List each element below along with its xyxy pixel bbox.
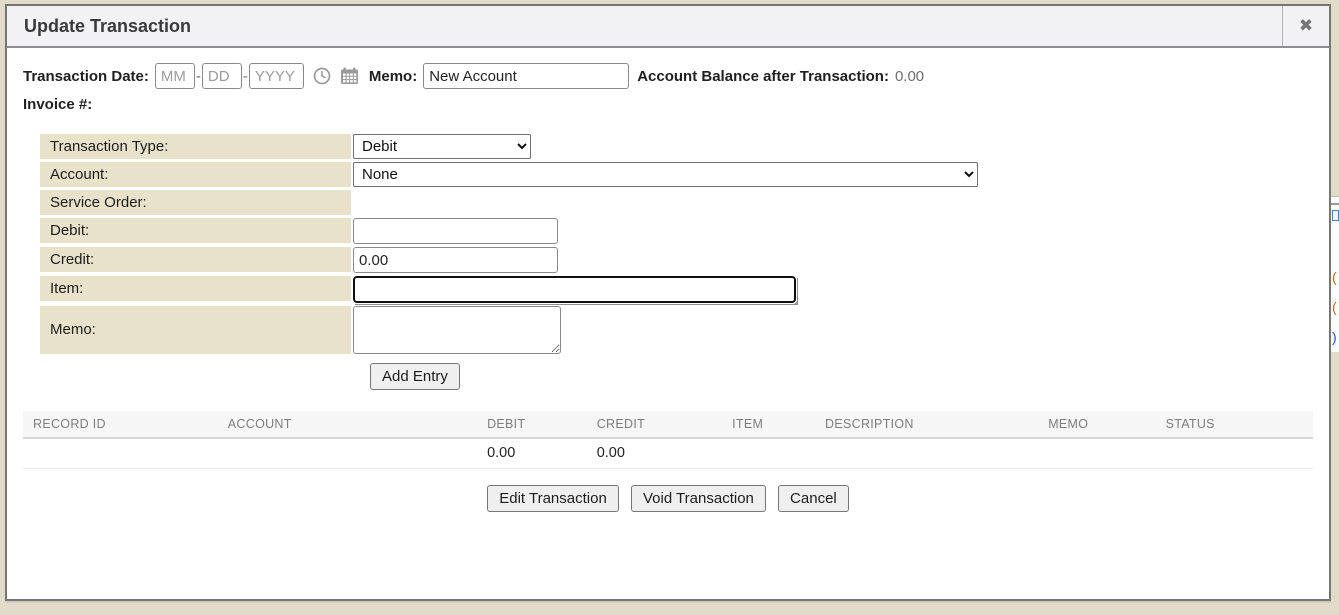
transaction-type-select[interactable]: Debit [353,134,531,159]
clock-icon[interactable] [313,67,331,85]
date-separator: - [243,68,248,85]
credit-input[interactable] [353,247,558,273]
memo-header-label: Memo: [369,68,417,85]
account-balance-label: Account Balance after Transaction: [637,68,889,85]
table-row: 0.00 0.00 [23,438,1313,469]
credit-label: Credit: [40,247,351,272]
item-input[interactable] [353,276,796,303]
col-header-account: ACCOUNT [218,411,477,438]
void-transaction-button[interactable]: Void Transaction [631,485,766,512]
dialog-title: Update Transaction [7,6,1282,46]
col-header-credit: CREDIT [587,411,722,438]
close-icon: ✖ [1299,16,1313,36]
cell-debit: 0.00 [477,438,587,469]
cell-memo [1038,438,1155,469]
records-table-header-row: RECORD ID ACCOUNT DEBIT CREDIT ITEM DESC… [23,411,1313,438]
memo-label: Memo: [40,306,351,354]
partial-text-fragment: ( [1332,299,1337,315]
item-row: Item: [40,276,1313,303]
transaction-date-row: Transaction Date: - - [23,63,1313,89]
cancel-button[interactable]: Cancel [778,485,849,512]
transaction-type-label: Transaction Type: [40,134,351,159]
dialog-content: Transaction Date: - - [7,48,1329,512]
partial-text-fragment: ) [1332,329,1337,345]
col-header-description: DESCRIPTION [815,411,1038,438]
credit-row: Credit: [40,247,1313,273]
cell-account [218,438,477,469]
underlying-table-sliver: ( ( ) [1331,196,1339,352]
cell-item [722,438,815,469]
date-day-input[interactable] [202,63,242,89]
memo-row: Memo: [40,306,1313,354]
dialog-actions: Edit Transaction Void Transaction Cancel [23,485,1313,512]
account-balance-value: 0.00 [895,68,924,85]
date-year-input[interactable] [249,63,304,89]
account-select[interactable]: None [353,162,978,187]
transaction-date-label: Transaction Date: [23,68,149,85]
close-button[interactable]: ✖ [1282,6,1329,46]
date-separator: - [196,68,201,85]
dialog-titlebar: Update Transaction ✖ [7,6,1329,48]
underlying-page-strip: ( ( ) [1331,0,1339,615]
col-header-item: ITEM [722,411,815,438]
entry-form: Transaction Type: Debit Account: None Se… [40,134,1313,390]
account-label: Account: [40,162,351,187]
cell-status [1156,438,1313,469]
col-header-status: STATUS [1156,411,1313,438]
calendar-icon[interactable] [340,67,359,85]
account-row: Account: None [40,162,1313,187]
partial-text-fragment: ( [1332,269,1337,285]
divider [1331,203,1339,205]
service-order-label: Service Order: [40,190,351,215]
memo-textarea[interactable] [353,306,561,354]
debit-label: Debit: [40,218,351,243]
memo-header-input[interactable] [423,63,629,89]
debit-input[interactable] [353,218,558,244]
cell-description [815,438,1038,469]
add-entry-button[interactable]: Add Entry [370,363,460,390]
date-month-input[interactable] [155,63,195,89]
col-header-memo: MEMO [1038,411,1155,438]
col-header-debit: DEBIT [477,411,587,438]
edit-transaction-button[interactable]: Edit Transaction [487,485,619,512]
update-transaction-dialog: Update Transaction ✖ Transaction Date: -… [5,4,1331,601]
debit-row: Debit: [40,218,1313,244]
partial-checkbox [1332,210,1339,221]
cell-record-id [23,438,218,469]
invoice-number-label: Invoice #: [23,96,1313,113]
service-order-row: Service Order: [40,190,1313,215]
item-label: Item: [40,276,351,301]
records-table: RECORD ID ACCOUNT DEBIT CREDIT ITEM DESC… [23,411,1313,469]
col-header-record-id: RECORD ID [23,411,218,438]
cell-credit: 0.00 [587,438,722,469]
transaction-type-row: Transaction Type: Debit [40,134,1313,159]
